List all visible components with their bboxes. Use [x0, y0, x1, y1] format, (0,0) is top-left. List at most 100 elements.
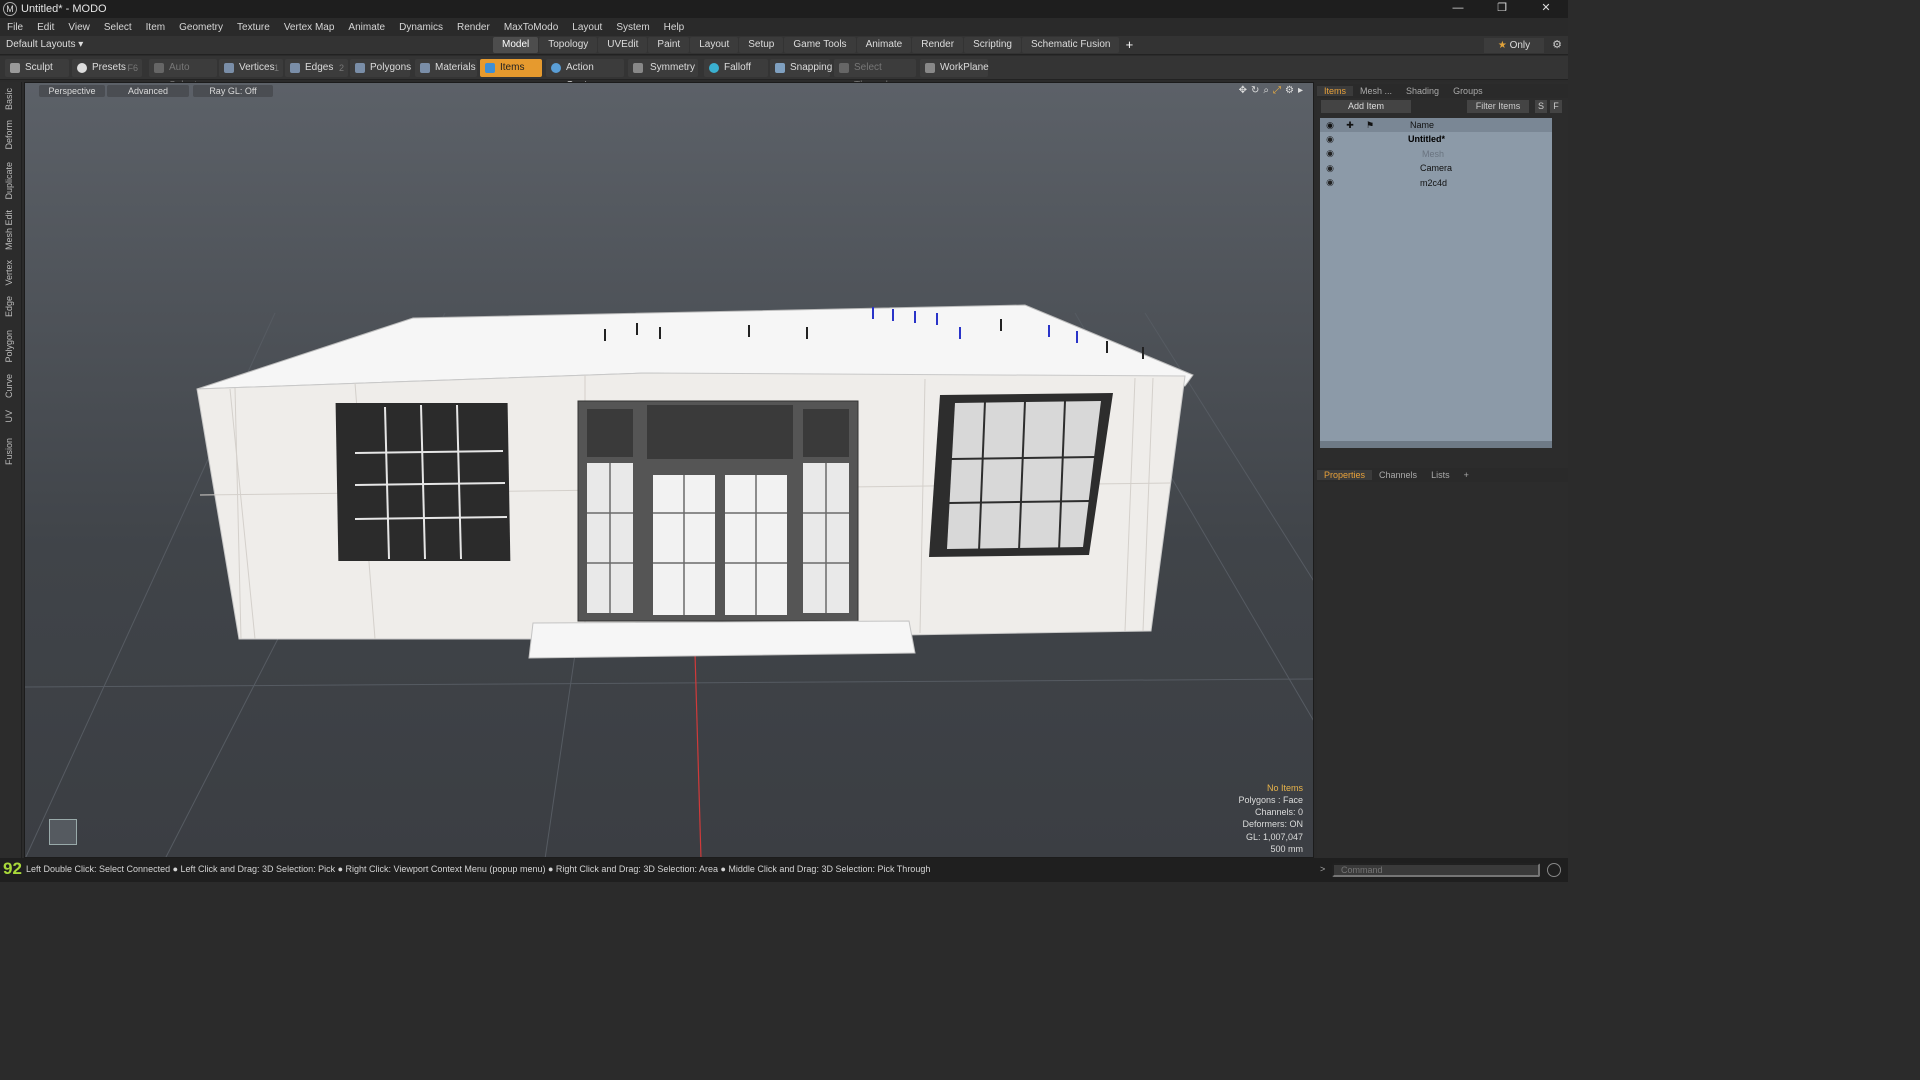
menu-system[interactable]: System [609, 22, 656, 33]
expand-arrow-icon[interactable]: ▸ [1298, 85, 1303, 96]
properties-area [1317, 482, 1568, 858]
falloff-button[interactable]: Falloff [704, 59, 768, 77]
add-panel-tab-button[interactable]: + [1457, 470, 1476, 480]
maximize-button[interactable]: ❐ [1480, 0, 1524, 18]
tree-row-camera[interactable]: ◉ Camera [1320, 161, 1552, 176]
s-button[interactable]: S [1535, 100, 1547, 113]
menu-geometry[interactable]: Geometry [172, 22, 230, 33]
presets-button[interactable]: Presets F6 [72, 59, 142, 77]
menu-dynamics[interactable]: Dynamics [392, 22, 450, 33]
auto-select-button[interactable]: Auto Select [149, 59, 217, 91]
tab-lists[interactable]: Lists [1424, 470, 1457, 480]
polygons-button[interactable]: Polygons [350, 59, 412, 77]
tab-items[interactable]: Items [1317, 86, 1354, 96]
only-button[interactable]: ★ Only [1484, 38, 1544, 53]
tree-row-m2c4d[interactable]: ◉ m2c4d [1320, 176, 1552, 191]
falloff-label: Falloff [724, 62, 752, 73]
tab-schematic-fusion[interactable]: Schematic Fusion [1021, 37, 1120, 53]
tab-render[interactable]: Render [912, 37, 964, 53]
polygons-label: Polygons [370, 62, 412, 73]
rotate-icon[interactable]: ↻ [1251, 85, 1259, 96]
tree-row-scene[interactable]: ◉ Untitled* [1320, 132, 1552, 147]
tab-model[interactable]: Model [493, 37, 539, 53]
raygl-button[interactable]: Ray GL: Off [193, 85, 273, 97]
viewport-settings-icon[interactable]: ⚙ [1285, 85, 1294, 96]
visibility-eye-icon[interactable]: ◉ [1320, 148, 1340, 159]
zoom-icon[interactable]: ⌕ [1263, 85, 1269, 96]
horizontal-scrollbar[interactable] [1320, 441, 1552, 448]
lefttab-basic[interactable]: Basic [4, 88, 14, 110]
lefttab-vertex[interactable]: Vertex [4, 260, 14, 286]
tab-setup[interactable]: Setup [739, 37, 784, 53]
visibility-eye-icon[interactable]: ◉ [1320, 163, 1340, 174]
visibility-eye-icon[interactable]: ◉ [1320, 177, 1340, 188]
lefttab-deform[interactable]: Deform [4, 120, 14, 150]
menu-texture[interactable]: Texture [230, 22, 277, 33]
add-item-dropdown[interactable]: Add Item [1321, 100, 1411, 113]
menu-view[interactable]: View [61, 22, 97, 33]
viewport-nav-icons: ✥ ↻ ⌕ ⤢ ⚙ ▸ [1239, 85, 1303, 96]
tab-animate[interactable]: Animate [856, 37, 912, 53]
tab-paint[interactable]: Paint [648, 37, 690, 53]
name-column-header[interactable]: Name [1410, 120, 1434, 130]
symmetry-button[interactable]: Symmetry [628, 59, 698, 77]
action-center-button[interactable]: Action Center [546, 59, 624, 91]
perspective-button[interactable]: Perspective [39, 85, 105, 97]
edges-button[interactable]: Edges 2 [285, 59, 348, 77]
materials-button[interactable]: Materials [415, 59, 477, 77]
menu-help[interactable]: Help [657, 22, 692, 33]
tab-uvedit[interactable]: UVEdit [598, 37, 648, 53]
select-through-button[interactable]: Select Through [834, 59, 916, 91]
sculpt-button[interactable]: Sculpt [5, 59, 69, 77]
symmetry-icon [633, 63, 643, 73]
menu-render[interactable]: Render [450, 22, 497, 33]
tab-layout[interactable]: Layout [690, 37, 739, 53]
items-button[interactable]: Items [480, 59, 542, 77]
modo-logo-icon: M [3, 2, 17, 16]
menu-item[interactable]: Item [139, 22, 172, 33]
fit-icon[interactable]: ⤢ [1273, 85, 1281, 96]
command-history-icon[interactable] [1547, 863, 1561, 877]
tab-channels[interactable]: Channels [1372, 470, 1424, 480]
filter-items-input[interactable]: Filter Items [1467, 100, 1529, 113]
close-button[interactable]: ✕ [1524, 0, 1568, 18]
tab-shading[interactable]: Shading [1399, 86, 1446, 96]
lefttab-edge[interactable]: Edge [4, 296, 14, 317]
command-input[interactable] [1332, 863, 1540, 877]
tab-topology[interactable]: Topology [539, 37, 598, 53]
tab-properties[interactable]: Properties [1317, 470, 1373, 480]
menu-maxtomodo[interactable]: MaxToModo [497, 22, 565, 33]
menu-animate[interactable]: Animate [341, 22, 392, 33]
presets-icon [77, 63, 87, 73]
gear-icon[interactable]: ⚙ [1552, 38, 1562, 51]
advanced-button[interactable]: Advanced [107, 85, 189, 97]
workplane-button[interactable]: WorkPlane [920, 59, 989, 77]
tab-game-tools[interactable]: Game Tools [784, 37, 856, 53]
pan-icon[interactable]: ✥ [1239, 85, 1247, 96]
menu-vertex-map[interactable]: Vertex Map [277, 22, 342, 33]
viewport-header: Perspective Advanced Ray GL: Off ✥ ↻ ⌕ ⤢… [25, 83, 1313, 99]
lefttab-mesh-edit[interactable]: Mesh Edit [4, 210, 14, 250]
snapping-button[interactable]: Snapping [770, 59, 832, 77]
lefttab-fusion[interactable]: Fusion [4, 438, 14, 465]
lefttab-curve[interactable]: Curve [4, 374, 14, 398]
tab-scripting[interactable]: Scripting [964, 37, 1021, 53]
add-tab-button[interactable]: + [1120, 37, 1138, 53]
default-layouts-dropdown[interactable]: Default Layouts ▾ [6, 39, 83, 50]
items-label: Items [500, 62, 525, 73]
lefttab-duplicate[interactable]: Duplicate [4, 162, 14, 200]
lefttab-uv[interactable]: UV [4, 410, 14, 423]
visibility-eye-icon[interactable]: ◉ [1320, 134, 1340, 145]
f-button[interactable]: F [1550, 100, 1562, 113]
lefttab-polygon[interactable]: Polygon [4, 330, 14, 363]
tab-mesh[interactable]: Mesh ... [1353, 86, 1399, 96]
vertices-button[interactable]: Vertices 1 [219, 59, 283, 77]
tree-row-mesh[interactable]: ◉ Mesh [1320, 147, 1552, 162]
3d-viewport[interactable]: Perspective Advanced Ray GL: Off ✥ ↻ ⌕ ⤢… [24, 82, 1314, 858]
tab-groups[interactable]: Groups [1446, 86, 1490, 96]
menu-layout[interactable]: Layout [565, 22, 609, 33]
menu-edit[interactable]: Edit [30, 22, 61, 33]
menu-select[interactable]: Select [97, 22, 139, 33]
menu-file[interactable]: File [0, 22, 30, 33]
minimize-button[interactable]: — [1436, 0, 1480, 18]
